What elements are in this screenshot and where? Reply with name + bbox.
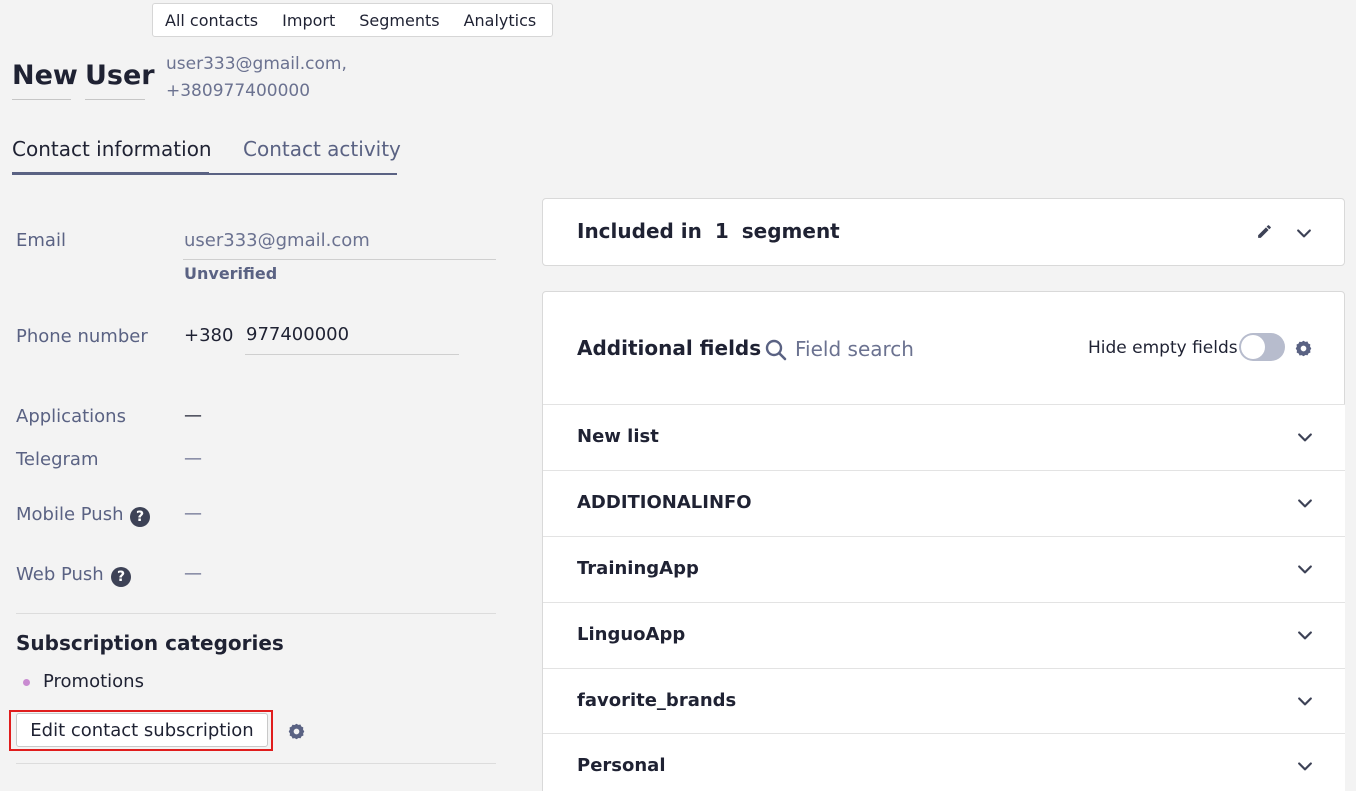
phone-field[interactable]: 977400000 (245, 320, 459, 355)
mobile-push-value: — (184, 503, 202, 524)
segments-prefix: Included in (577, 219, 702, 243)
field-group-label: favorite_brands (577, 690, 737, 711)
phone-label: Phone number (16, 326, 148, 347)
web-push-help-icon[interactable]: ? (111, 567, 131, 587)
pencil-icon[interactable] (1256, 223, 1273, 240)
field-group-label: TrainingApp (577, 558, 699, 579)
phone-value: 977400000 (246, 324, 350, 345)
fields-settings-gear-icon[interactable] (1295, 340, 1312, 357)
tab-contact-activity[interactable]: Contact activity (243, 134, 401, 173)
edit-contact-subscription-button[interactable]: Edit contact subscription (16, 713, 268, 747)
field-group-row[interactable]: TrainingApp (543, 536, 1345, 602)
nav-import[interactable]: Import (282, 11, 335, 30)
field-group-row[interactable]: favorite_brands (543, 668, 1345, 734)
tab-contact-information[interactable]: Contact information (12, 134, 212, 175)
chevron-down-icon[interactable] (1295, 559, 1315, 579)
additional-fields-title: Additional fields (577, 336, 762, 360)
toggle-knob (1241, 335, 1265, 359)
header-phone: +380977400000 (166, 81, 311, 101)
email-status-badge: Unverified (184, 264, 278, 283)
segments-suffix: segment (741, 219, 840, 243)
chevron-down-icon[interactable] (1295, 625, 1315, 645)
bullet-icon (23, 679, 30, 686)
nav-analytics[interactable]: Analytics (464, 11, 537, 30)
field-group-row[interactable]: LinguoApp (543, 602, 1345, 668)
telegram-label: Telegram (16, 449, 99, 470)
first-name-field[interactable]: New (12, 58, 78, 100)
segments-count: 1 (714, 219, 729, 243)
field-group-row[interactable]: Personal (543, 733, 1345, 791)
chevron-down-icon[interactable] (1294, 223, 1314, 243)
nav-segments[interactable]: Segments (359, 11, 439, 30)
email-label: Email (16, 230, 66, 251)
phone-country-code[interactable]: +380 (184, 325, 233, 346)
chevron-down-icon[interactable] (1295, 493, 1315, 513)
header-email: user333@gmail.com, (166, 54, 347, 74)
field-group-label: Personal (577, 755, 666, 776)
field-group-row[interactable]: New list (543, 404, 1345, 470)
top-nav: All contacts Import Segments Analytics (152, 3, 553, 37)
chevron-down-icon[interactable] (1295, 756, 1315, 776)
web-push-label: Web Push (16, 564, 104, 585)
hide-empty-fields-label: Hide empty fields (1088, 338, 1238, 358)
field-group-row[interactable]: ADDITIONALINFO (543, 470, 1345, 536)
mobile-push-help-icon[interactable]: ? (130, 507, 150, 527)
applications-value: — (184, 405, 202, 426)
telegram-value: — (184, 448, 202, 469)
email-value: user333@gmail.com (184, 230, 370, 251)
search-icon (765, 339, 787, 361)
divider-bottom (16, 763, 496, 764)
field-group-label: ADDITIONALINFO (577, 492, 752, 513)
last-name-field[interactable]: User (85, 58, 155, 100)
field-group-label: LinguoApp (577, 624, 686, 645)
subscription-categories-title: Subscription categories (16, 631, 284, 655)
email-field[interactable]: user333@gmail.com (183, 226, 496, 260)
chevron-down-icon[interactable] (1295, 427, 1315, 447)
hide-empty-fields-toggle[interactable] (1239, 333, 1285, 361)
tab-bar: Contact information Contact activity (12, 134, 401, 175)
chevron-down-icon[interactable] (1295, 691, 1315, 711)
field-search-placeholder: Field search (795, 337, 914, 361)
divider (16, 613, 496, 614)
field-group-label: New list (577, 426, 659, 447)
nav-all-contacts[interactable]: All contacts (165, 11, 258, 30)
subscription-item-promotions: Promotions (43, 671, 144, 692)
applications-label: Applications (16, 406, 126, 427)
mobile-push-label: Mobile Push (16, 504, 124, 525)
subscription-settings-gear-icon[interactable] (288, 723, 305, 740)
segments-card: Included in 1 segment (542, 198, 1345, 266)
field-search-input[interactable]: Field search (764, 336, 954, 366)
web-push-value: — (184, 563, 202, 584)
